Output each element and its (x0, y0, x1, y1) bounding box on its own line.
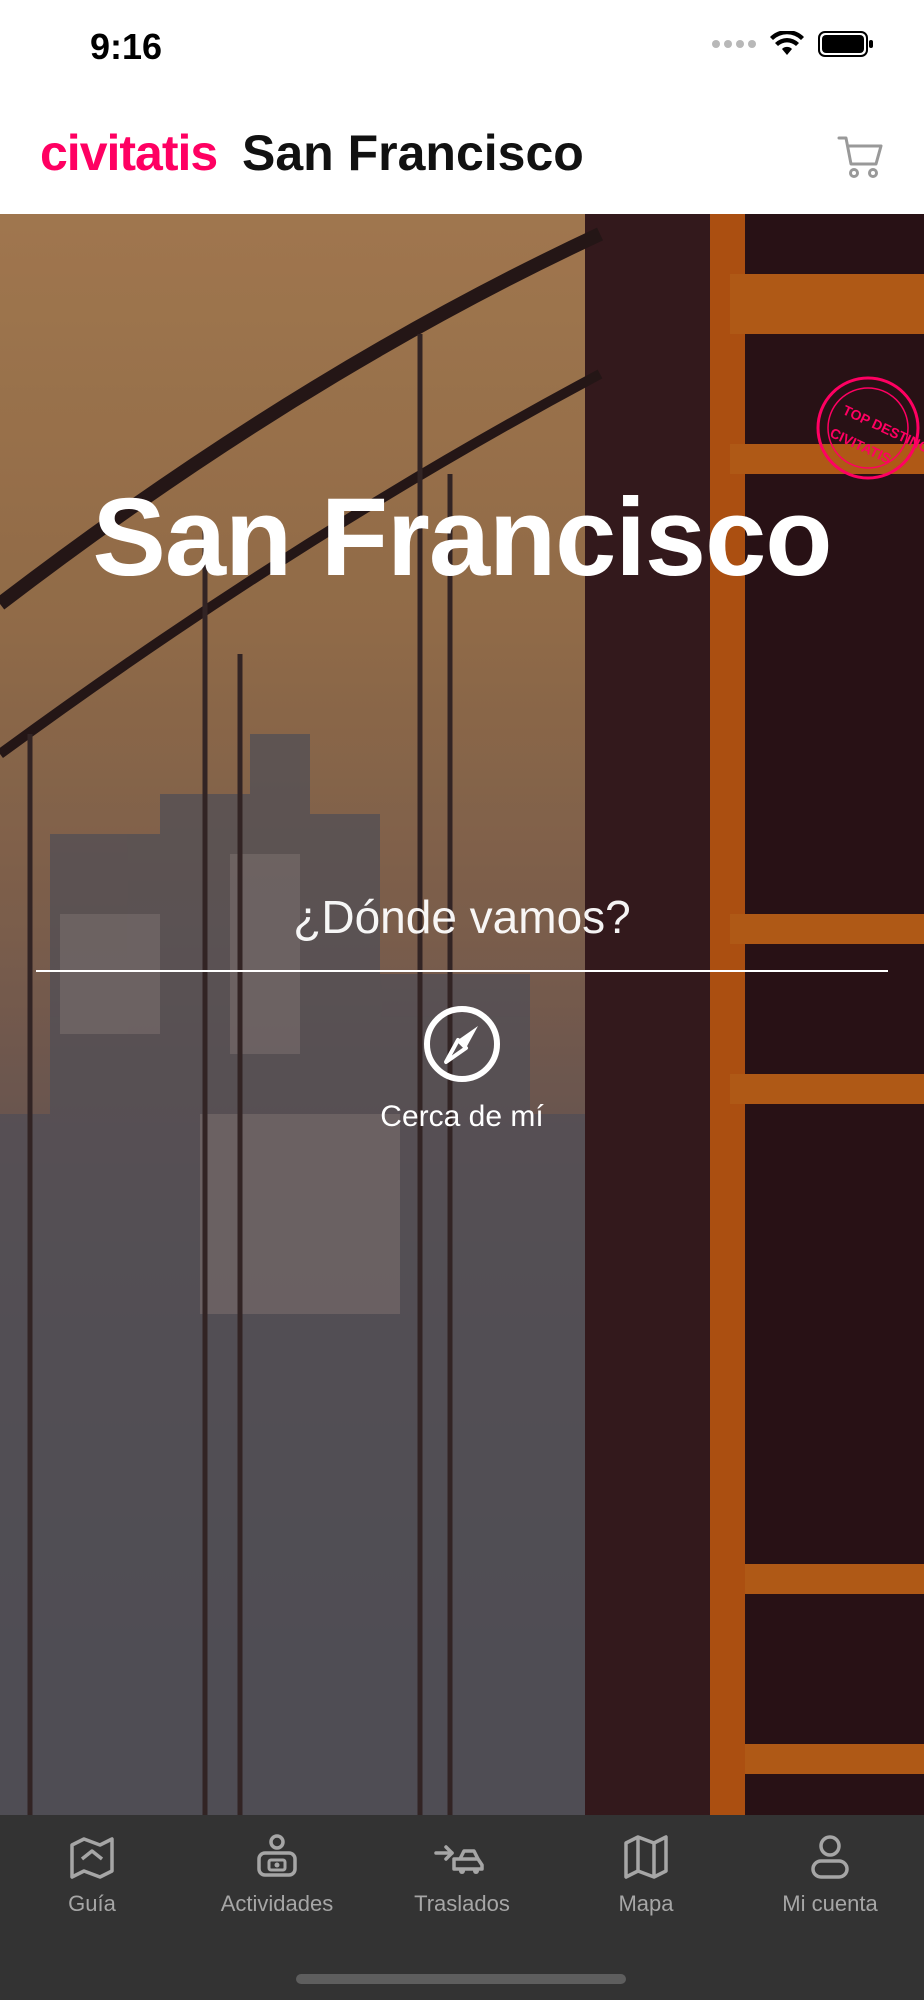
map-icon (624, 1835, 668, 1879)
wifi-icon (770, 31, 804, 55)
tab-actividades[interactable]: Actividades (192, 1833, 362, 1933)
tab-traslados[interactable]: Traslados (377, 1833, 547, 1933)
bottom-tab-bar: Guía Actividades Traslados Mapa Mi cuent… (0, 1815, 924, 2000)
tab-label: Traslados (414, 1891, 510, 1916)
transfers-icon (434, 1845, 484, 1874)
hero-title: San Francisco (92, 476, 833, 599)
status-bar: 9:16 (0, 0, 924, 100)
compass-icon (424, 1006, 500, 1082)
cellular-signal-icon (712, 40, 756, 48)
battery-icon (818, 31, 873, 57)
tab-mapa[interactable]: Mapa (561, 1833, 731, 1933)
home-indicator (296, 1974, 626, 1984)
tab-label: Mi cuenta (782, 1891, 878, 1916)
account-icon (811, 1835, 849, 1879)
activities-icon (257, 1834, 297, 1877)
cart-button[interactable] (836, 132, 886, 182)
destination-search-input[interactable] (36, 864, 888, 972)
cart-icon (837, 136, 883, 178)
tab-label: Actividades (220, 1891, 334, 1916)
tab-label: Guía (68, 1891, 116, 1916)
brand-logo[interactable]: civitatis (40, 124, 218, 182)
near-me-button[interactable]: Cerca de mí (332, 1004, 592, 1154)
status-time: 9:16 (90, 26, 163, 67)
app-header: civitatis San Francisco (0, 100, 924, 214)
header-city-title: San Francisco (242, 125, 584, 181)
hero-banner: TOP DESTINOS CIVITATIS San Francisco Cer… (0, 214, 924, 1815)
tab-mi-cuenta[interactable]: Mi cuenta (745, 1833, 915, 1933)
map-guide-icon (70, 1837, 114, 1879)
tab-label: Mapa (618, 1891, 674, 1916)
tab-guia[interactable]: Guía (7, 1833, 177, 1933)
status-icons (712, 30, 874, 58)
near-me-label: Cerca de mí (380, 1100, 544, 1133)
top-destinos-stamp: TOP DESTINOS CIVITATIS (808, 368, 924, 488)
